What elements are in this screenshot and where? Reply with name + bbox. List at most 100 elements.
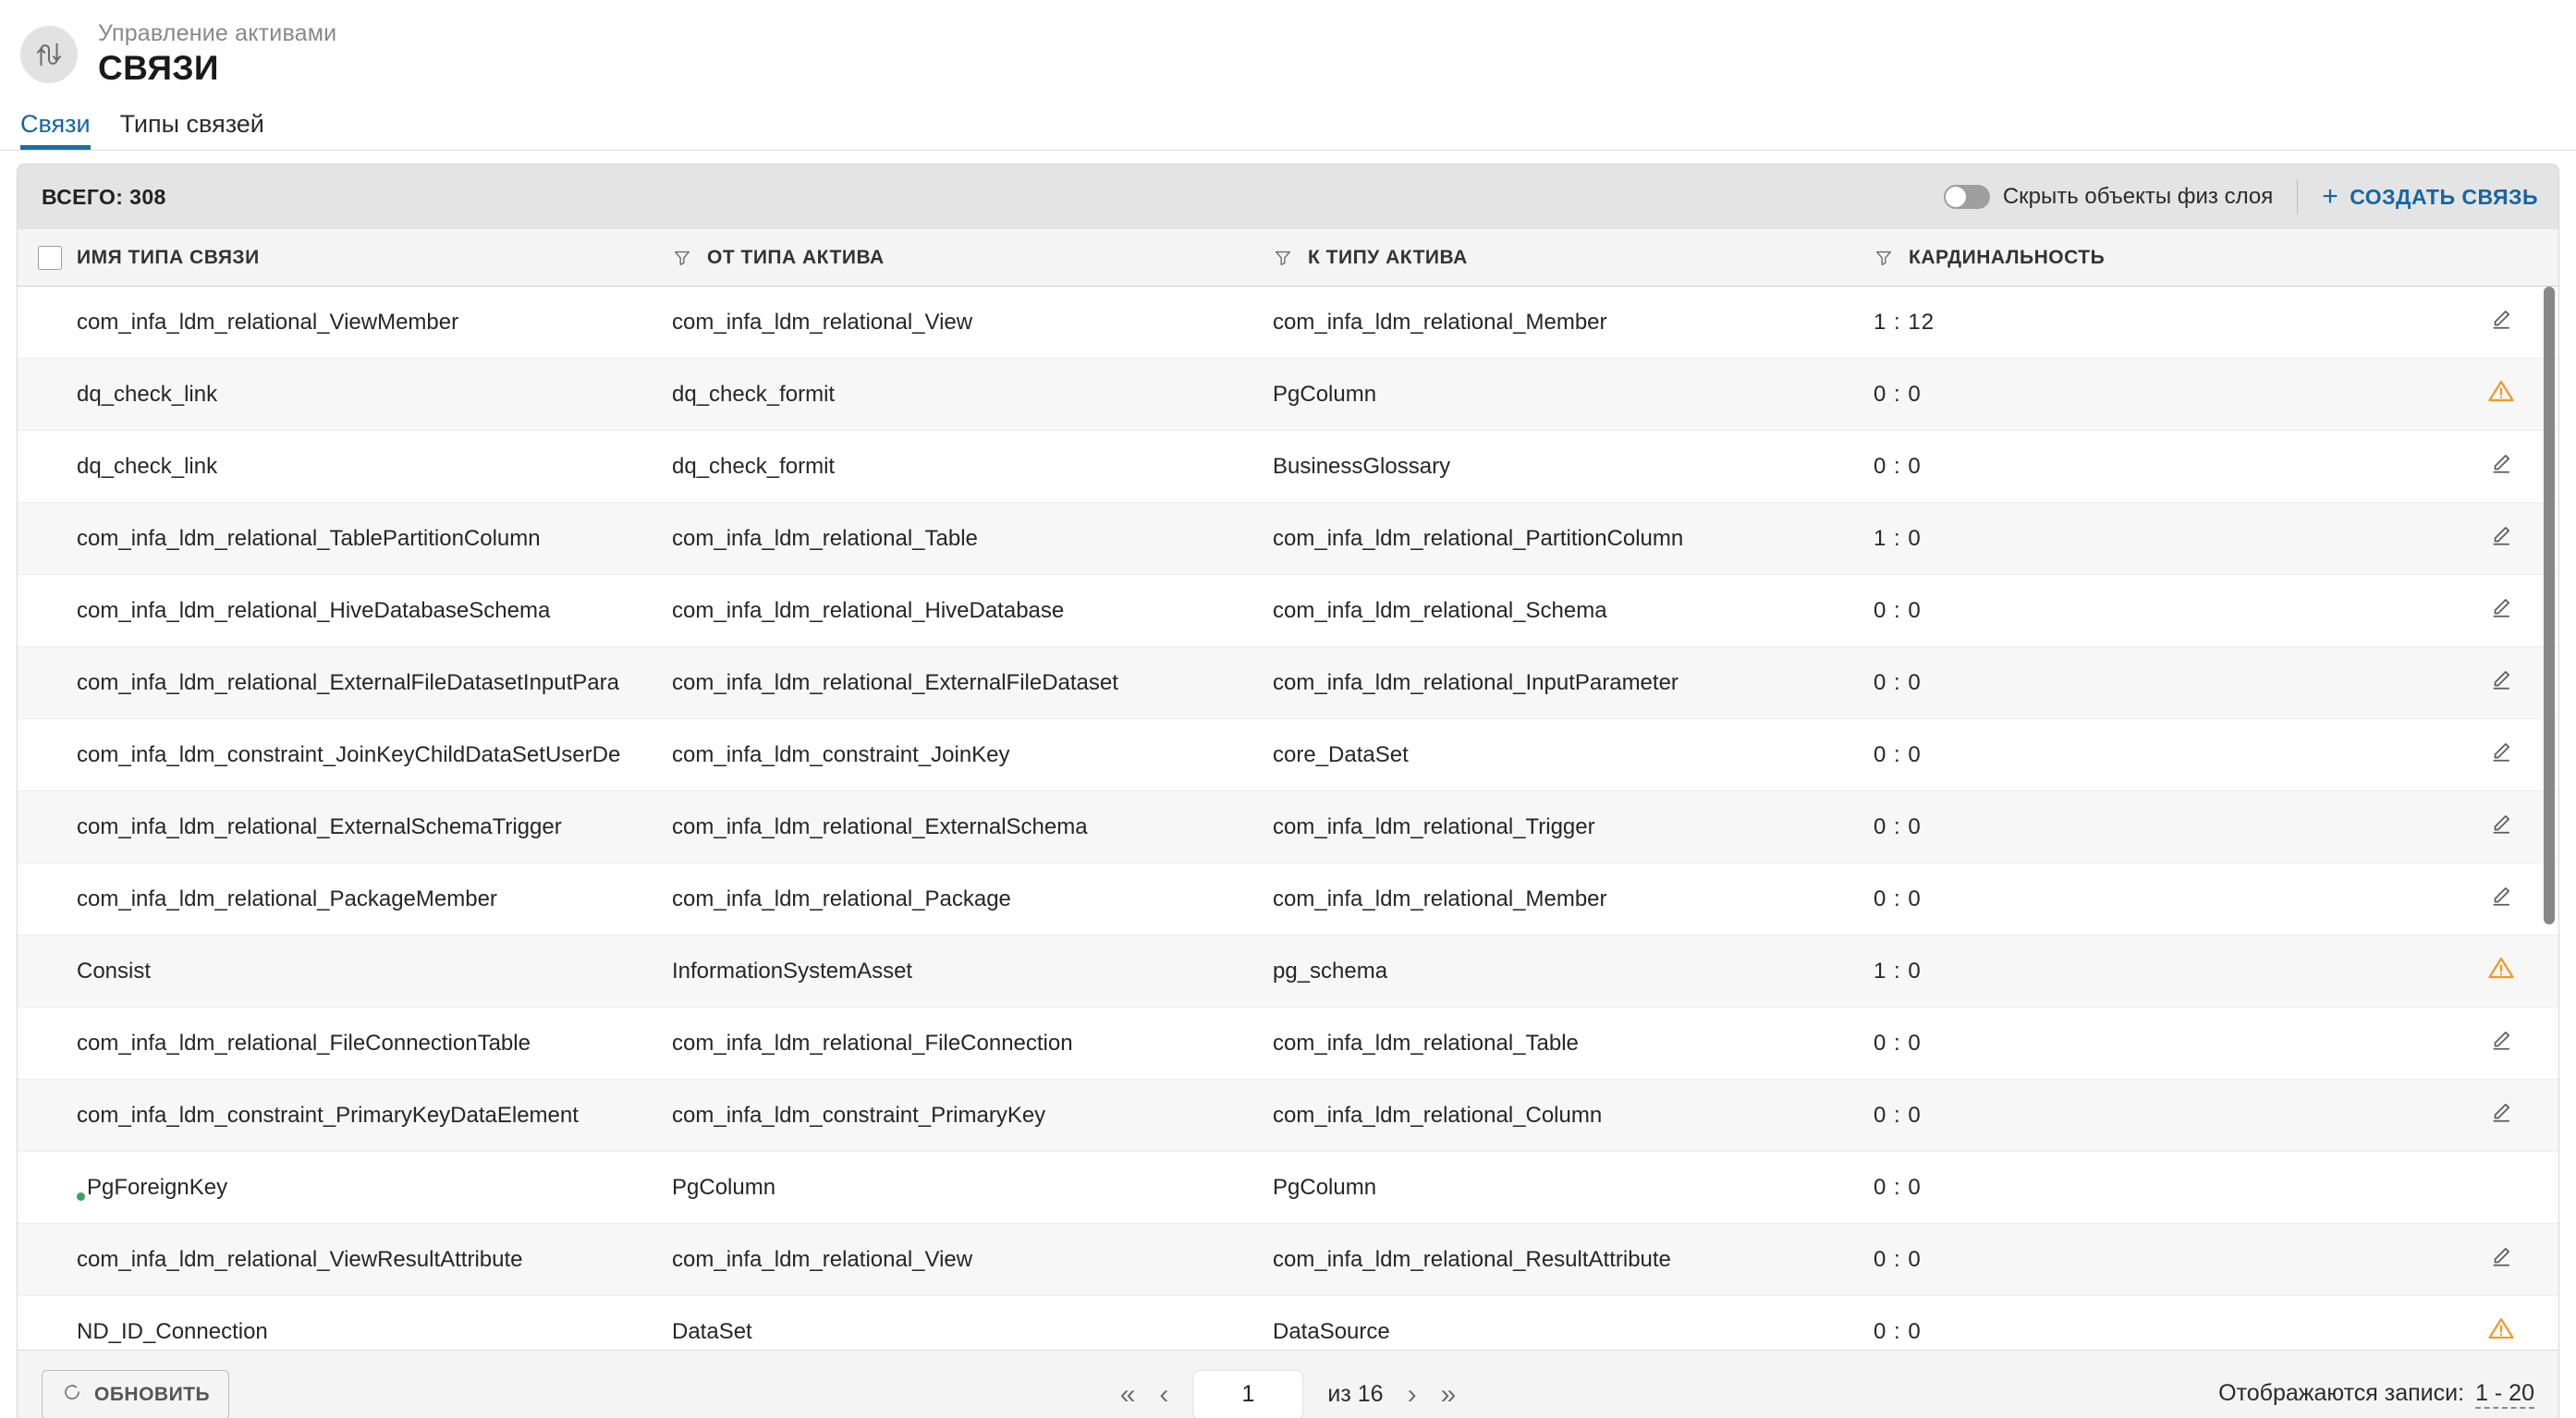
chevron-double-right-icon[interactable]: »	[1441, 1381, 1457, 1409]
column-header-to[interactable]: К ТИПУ АКТИВА	[1273, 247, 1874, 269]
warning-icon[interactable]	[2487, 954, 2515, 988]
tab-svyazi[interactable]: Связи	[20, 110, 91, 150]
filter-icon[interactable]	[1273, 248, 1293, 268]
records-range-value[interactable]: 1 - 20	[2475, 1380, 2534, 1409]
total-count-label: ВСЕГО: 308	[42, 185, 166, 210]
table-row[interactable]: dq_check_linkdq_check_formitPgColumn0 : …	[18, 359, 2558, 431]
column-header-cardinality-label: КАРДИНАЛЬНОСТЬ	[1909, 247, 2105, 269]
edit-row-icon[interactable]	[2489, 523, 2513, 554]
edit-row-icon[interactable]	[2489, 451, 2513, 482]
column-header-from-label: ОТ ТИПА АКТИВА	[707, 247, 885, 269]
select-all-checkbox[interactable]	[38, 246, 62, 270]
cell-to-asset-type: com_infa_ldm_relational_Member	[1273, 886, 1874, 912]
create-relation-button[interactable]: + СОЗДАТЬ СВЯЗЬ	[2298, 183, 2538, 211]
table-row[interactable]: PgForeignKeyPgColumnPgColumn0 : 0	[18, 1152, 2558, 1224]
table-row[interactable]: ND_ID_ConnectionDataSetDataSource0 : 0	[18, 1296, 2558, 1350]
table-vertical-scrollbar[interactable]	[2544, 287, 2555, 1350]
toggle-knob	[1946, 187, 1966, 207]
scrollbar-thumb[interactable]	[2544, 287, 2555, 924]
cell-cardinality: 0 : 0	[1874, 670, 2448, 696]
cell-to-asset-type: com_infa_ldm_relational_Column	[1273, 1103, 1874, 1129]
cell-to-asset-type: com_infa_ldm_relational_Member	[1273, 310, 1874, 336]
cell-actions	[2448, 307, 2558, 337]
edit-row-icon[interactable]	[2489, 667, 2513, 698]
cell-to-asset-type: com_infa_ldm_relational_Trigger	[1273, 814, 1874, 840]
edit-row-icon[interactable]	[2489, 740, 2513, 770]
warning-icon[interactable]	[2487, 1314, 2515, 1349]
table-row[interactable]: com_infa_ldm_relational_PackageMembercom…	[18, 863, 2558, 935]
page-title: СВЯЗИ	[98, 49, 336, 89]
table-row[interactable]: com_infa_ldm_relational_ViewMembercom_in…	[18, 287, 2558, 359]
cell-relation-name: com_infa_ldm_relational_ExternalFileData…	[62, 670, 672, 696]
cell-cardinality: 0 : 0	[1874, 1103, 2448, 1129]
tab-tipy-svyazey[interactable]: Типы связей	[120, 110, 264, 150]
hide-physical-layer-toggle[interactable]	[1944, 185, 1990, 209]
edit-row-icon[interactable]	[2489, 1028, 2513, 1058]
table-header-row: ИМЯ ТИПА СВЯЗИ ОТ ТИПА АКТИВА К ТИПУ АКТ…	[18, 229, 2558, 287]
table-row[interactable]: com_infa_ldm_constraint_JoinKeyChildData…	[18, 719, 2558, 791]
table-row[interactable]: com_infa_ldm_relational_FileConnectionTa…	[18, 1008, 2558, 1080]
filter-icon[interactable]	[1874, 248, 1894, 268]
table-row[interactable]: com_infa_ldm_relational_ViewResultAttrib…	[18, 1224, 2558, 1296]
column-header-name[interactable]: ИМЯ ТИПА СВЯЗИ	[62, 247, 672, 269]
chevron-right-icon[interactable]: ›	[1408, 1381, 1417, 1409]
cell-from-asset-type: PgColumn	[672, 1175, 1273, 1201]
edit-row-icon[interactable]	[2489, 812, 2513, 842]
cell-relation-name-text: PgForeignKey	[87, 1175, 227, 1201]
table-row[interactable]: com_infa_ldm_relational_HiveDatabaseSche…	[18, 575, 2558, 647]
chevron-double-left-icon[interactable]: «	[1120, 1381, 1136, 1409]
cell-from-asset-type: com_infa_ldm_relational_View	[672, 310, 1273, 336]
page-number-input[interactable]	[1192, 1370, 1303, 1418]
table-row[interactable]: com_infa_ldm_relational_ExternalFileData…	[18, 647, 2558, 719]
cell-cardinality: 0 : 0	[1874, 1247, 2448, 1273]
cell-cardinality: 0 : 0	[1874, 1319, 2448, 1345]
chevron-left-icon[interactable]: ‹	[1159, 1381, 1168, 1409]
cell-to-asset-type: com_infa_ldm_relational_Schema	[1273, 598, 1874, 624]
cell-cardinality: 0 : 0	[1874, 886, 2448, 912]
cell-cardinality: 0 : 0	[1874, 1175, 2448, 1201]
cell-actions	[2448, 1028, 2558, 1058]
edit-row-icon[interactable]	[2489, 595, 2513, 626]
refresh-label: ОБНОВИТЬ	[94, 1384, 210, 1406]
cell-actions	[2448, 884, 2558, 914]
cell-relation-name-text: com_infa_ldm_relational_FileConnectionTa…	[77, 1031, 531, 1057]
pagination: « ‹ из 16 › »	[1120, 1370, 1457, 1418]
table-row[interactable]: com_infa_ldm_relational_ExternalSchemaTr…	[18, 791, 2558, 863]
hide-physical-layer-toggle-group[interactable]: Скрыть объекты физ слоя	[1944, 184, 2297, 210]
cell-relation-name: com_infa_ldm_constraint_JoinKeyChildData…	[62, 742, 672, 768]
cell-actions	[2448, 812, 2558, 842]
cell-relation-name-text: com_infa_ldm_relational_ExternalFileData…	[77, 670, 619, 696]
cell-to-asset-type: com_infa_ldm_relational_Table	[1273, 1031, 1874, 1057]
cell-relation-name: com_infa_ldm_relational_HiveDatabaseSche…	[62, 598, 672, 624]
cell-from-asset-type: InformationSystemAsset	[672, 959, 1273, 984]
plus-icon: +	[2322, 183, 2338, 211]
cell-from-asset-type: com_infa_ldm_relational_ExternalSchema	[672, 814, 1273, 840]
cell-cardinality: 1 : 0	[1874, 526, 2448, 552]
cell-relation-name: com_infa_ldm_relational_ViewMember	[62, 310, 672, 336]
refresh-button[interactable]: ОБНОВИТЬ	[42, 1370, 229, 1418]
cell-to-asset-type: com_infa_ldm_relational_InputParameter	[1273, 670, 1874, 696]
cell-relation-name: com_infa_ldm_constraint_PrimaryKeyDataEl…	[62, 1103, 672, 1129]
page-header: Управление активами СВЯЗИ	[0, 0, 2576, 92]
edit-row-icon[interactable]	[2489, 1100, 2513, 1131]
table-row[interactable]: com_infa_ldm_relational_TablePartitionCo…	[18, 503, 2558, 575]
table-row[interactable]: ConsistInformationSystemAssetpg_schema1 …	[18, 935, 2558, 1008]
cell-to-asset-type: DataSource	[1273, 1319, 1874, 1345]
cell-to-asset-type: com_infa_ldm_relational_ResultAttribute	[1273, 1247, 1874, 1273]
edit-row-icon[interactable]	[2489, 1244, 2513, 1275]
table-row[interactable]: dq_check_linkdq_check_formitBusinessGlos…	[18, 431, 2558, 503]
edit-row-icon[interactable]	[2489, 884, 2513, 914]
cell-from-asset-type: dq_check_formit	[672, 454, 1273, 480]
cell-to-asset-type: core_DataSet	[1273, 742, 1874, 768]
column-header-cardinality[interactable]: КАРДИНАЛЬНОСТЬ	[1874, 247, 2448, 269]
hide-physical-layer-label: Скрыть объекты физ слоя	[2003, 184, 2273, 210]
cell-from-asset-type: com_infa_ldm_constraint_JoinKey	[672, 742, 1273, 768]
filter-icon[interactable]	[672, 248, 692, 268]
edit-row-icon[interactable]	[2489, 307, 2513, 337]
table-row[interactable]: com_infa_ldm_constraint_PrimaryKeyDataEl…	[18, 1080, 2558, 1152]
cell-to-asset-type: PgColumn	[1273, 382, 1874, 408]
u-turn-arrows-icon	[33, 39, 65, 70]
warning-icon[interactable]	[2487, 377, 2515, 411]
column-header-name-label: ИМЯ ТИПА СВЯЗИ	[77, 247, 260, 269]
column-header-from[interactable]: ОТ ТИПА АКТИВА	[672, 247, 1273, 269]
